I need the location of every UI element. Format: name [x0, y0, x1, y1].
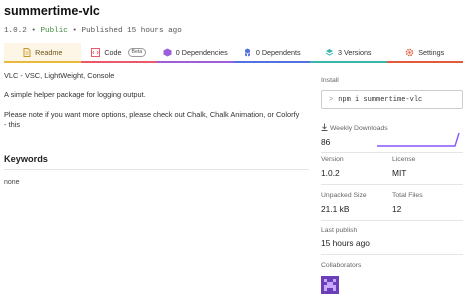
weekly-downloads-value: 86 [321, 137, 331, 147]
divider [321, 152, 463, 153]
divider [4, 169, 309, 170]
version-value: 1.0.2 [321, 168, 340, 178]
collaborator-avatar-icon [321, 276, 339, 294]
install-command: npm i summertime-vlc [338, 95, 423, 104]
prompt-icon: > [329, 95, 334, 104]
version-label: Version [321, 156, 344, 163]
file-icon [22, 47, 31, 57]
tab-versions[interactable]: 3 Versions [310, 43, 387, 63]
divider [321, 184, 463, 185]
divider [321, 254, 463, 255]
readme-line: VLC - VSC, LightWeight, Console [4, 71, 115, 80]
meta-separator: • [72, 27, 77, 35]
unpacked-size-label: Unpacked Size [321, 192, 367, 199]
keywords-heading: Keywords [4, 154, 48, 164]
beta-badge: Beta [127, 47, 147, 57]
code-icon [91, 47, 101, 57]
tab-readme[interactable]: Readme [4, 43, 81, 63]
downloads-sparkline [377, 132, 460, 147]
install-label: Install [321, 77, 339, 84]
readme-line: Please note if you want more options, pl… [4, 110, 300, 119]
total-files-label: Total Files [392, 192, 423, 199]
readme-content: VLC - VSC, LightWeight, Console A simple… [4, 71, 309, 130]
tab-code[interactable]: Code Beta [80, 43, 157, 63]
package-visibility: Public [40, 27, 68, 35]
license-value: MIT [392, 168, 407, 178]
package-meta: 1.0.2 • Public • Published 15 hours ago [4, 27, 182, 35]
divider [321, 220, 463, 221]
boxes-icon [243, 48, 252, 57]
package-tabs: Readme Code Beta 0 Dependencies 0 Depend… [4, 43, 463, 63]
tab-label: 3 Versions [337, 47, 372, 57]
tab-label: Settings [418, 47, 445, 57]
tab-label: 0 Dependencies [175, 47, 228, 57]
last-publish-value: 15 hours ago [321, 238, 370, 248]
total-files-value: 12 [392, 204, 402, 214]
keywords-value: none [4, 179, 20, 186]
download-icon [321, 123, 328, 131]
package-title: summertime-vlc [4, 4, 100, 18]
collaborators-label: Collaborators [321, 262, 362, 269]
avatar[interactable] [321, 276, 339, 294]
license-label: License [392, 156, 416, 163]
package-version: 1.0.2 [4, 27, 27, 35]
tab-label: Code [104, 47, 122, 57]
tab-dependencies[interactable]: 0 Dependencies [157, 43, 234, 63]
install-command-box[interactable]: > npm i summertime-vlc [321, 90, 463, 109]
tab-label: 0 Dependents [255, 47, 301, 57]
tab-label: Readme [35, 47, 63, 57]
last-publish-label: Last publish [321, 227, 358, 234]
tab-dependents[interactable]: 0 Dependents [233, 43, 310, 63]
package-published: Published 15 hours ago [81, 27, 182, 35]
box-icon [163, 48, 172, 57]
tag-icon [325, 48, 334, 57]
meta-separator: • [31, 27, 36, 35]
unpacked-size-value: 21.1 kB [321, 204, 350, 214]
readme-line: A simple helper package for logging outp… [4, 90, 146, 99]
tab-settings[interactable]: Settings [386, 43, 463, 63]
gear-icon [405, 48, 414, 57]
readme-line: - this [4, 120, 21, 129]
